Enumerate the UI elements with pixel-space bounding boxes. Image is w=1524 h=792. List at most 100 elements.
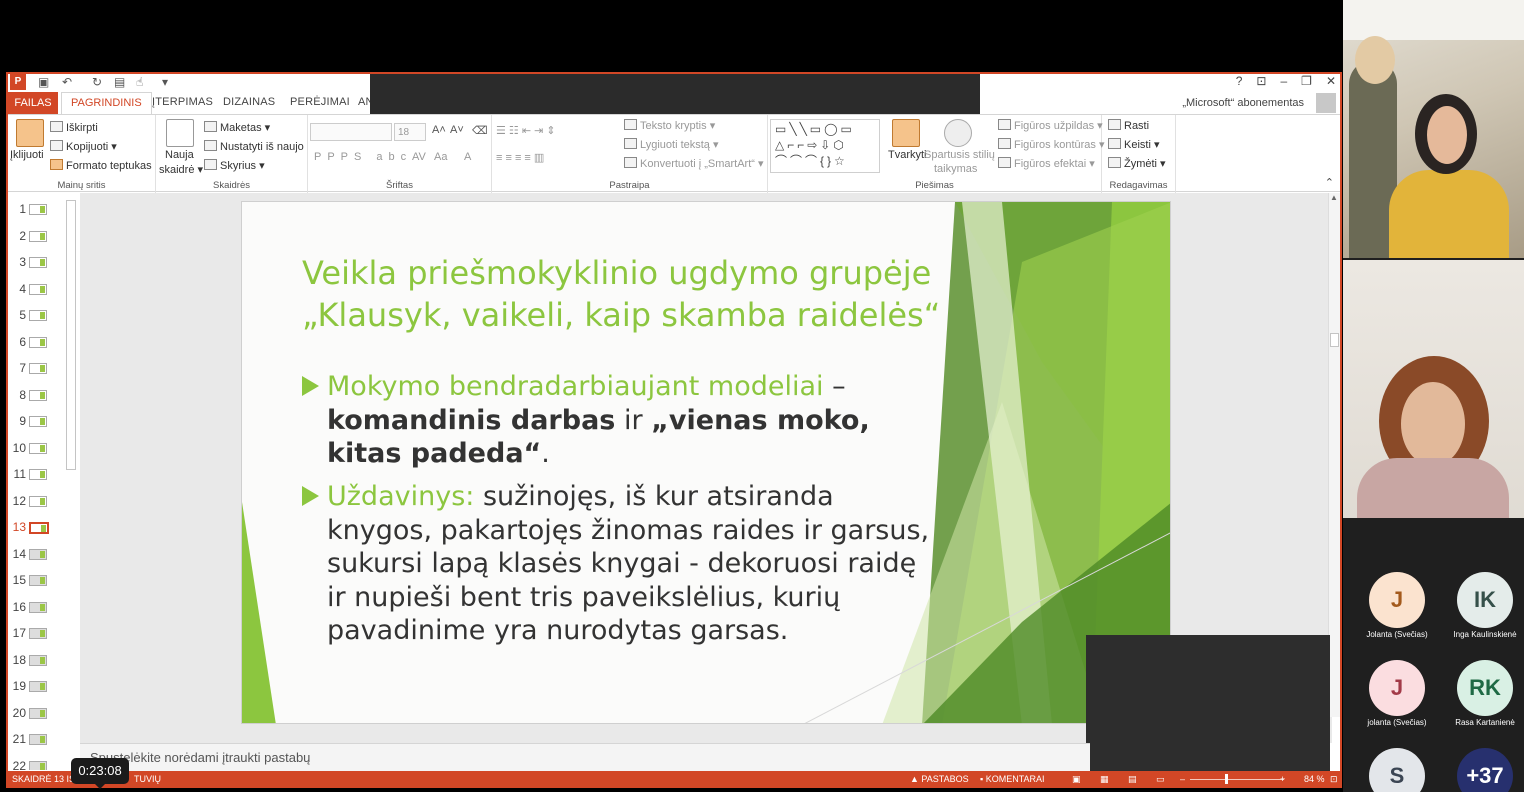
bullet-2[interactable]: Uždavinys: sužinojęs, iš kur atsiranda k…: [302, 480, 942, 648]
slide-thumbnail[interactable]: 12: [8, 489, 68, 515]
slide-thumbnail[interactable]: 4: [8, 277, 68, 303]
font-color-icon[interactable]: A: [464, 151, 471, 163]
participant-video-2[interactable]: [1343, 260, 1524, 518]
cut-button[interactable]: Iškirpti: [50, 121, 98, 134]
convert-smartart-button[interactable]: Konvertuoti į „SmartArt“ ▾: [624, 157, 764, 170]
slide-thumbnail[interactable]: 1: [8, 197, 68, 223]
shape-outline-button[interactable]: Figūros kontūras ▾: [998, 138, 1105, 151]
ribbon-display-icon[interactable]: ⊡: [1256, 74, 1266, 88]
notes-pane[interactable]: Spustelėkite norėdami įtraukti pastabų: [80, 743, 1090, 771]
minimize-icon[interactable]: –: [1280, 74, 1287, 88]
collapse-ribbon-icon[interactable]: ⌃: [1325, 176, 1334, 189]
slide-thumbnail[interactable]: 11: [8, 462, 68, 488]
slide-thumbnail[interactable]: 18: [8, 648, 68, 674]
change-case-icon[interactable]: Aa: [434, 151, 447, 163]
tab-file[interactable]: FAILAS: [8, 92, 58, 114]
slide-thumbnail[interactable]: 20: [8, 701, 68, 727]
align-icons[interactable]: ≡ ≡ ≡ ≡ ▥: [496, 151, 544, 164]
tab-design[interactable]: DIZAINAS: [223, 96, 275, 108]
slide-thumbnail[interactable]: 16: [8, 595, 68, 621]
text-direction-button[interactable]: Teksto kryptis ▾: [624, 119, 715, 132]
section-button[interactable]: Skyrius ▾: [204, 159, 265, 172]
slide-thumbnail[interactable]: 2: [8, 224, 68, 250]
align-text-button[interactable]: Lygiuoti tekstą ▾: [624, 138, 719, 151]
undo-icon[interactable]: ↶: [62, 75, 72, 89]
slide-thumbnail[interactable]: 7: [8, 356, 68, 382]
participant-tile[interactable]: RK Rasa Kartanienė: [1443, 660, 1524, 727]
notes-toggle[interactable]: ▲ PASTABOS: [910, 774, 969, 784]
slide-thumbnail[interactable]: 17: [8, 621, 68, 647]
participant-tile[interactable]: IK Inga Kaulinskienė: [1443, 572, 1524, 639]
zoom-slider-knob[interactable]: [1225, 774, 1228, 784]
zoom-in-icon[interactable]: +: [1280, 774, 1285, 784]
fit-slide-icon[interactable]: ⊡: [1330, 774, 1338, 785]
restore-icon[interactable]: ❐: [1301, 74, 1312, 88]
arrange-button[interactable]: Tvarkyti: [888, 149, 927, 161]
account-avatar[interactable]: [1316, 93, 1336, 113]
paste-button[interactable]: Įklijuoti: [10, 149, 44, 161]
slide-thumbnail[interactable]: 19: [8, 674, 68, 700]
slide-thumbnail[interactable]: 21: [8, 727, 68, 753]
thumbnails-scrollbar-thumb[interactable]: [66, 200, 76, 470]
replace-button[interactable]: Keisti ▾: [1108, 138, 1159, 151]
normal-view-icon[interactable]: ▣: [1072, 774, 1081, 785]
zoom-level[interactable]: 84 %: [1304, 774, 1325, 784]
new-slide-button[interactable]: Nauja: [165, 149, 194, 161]
customize-qat-icon[interactable]: ▾: [162, 75, 168, 89]
shape-effects-button[interactable]: Figūros efektai ▾: [998, 157, 1095, 170]
slide-title[interactable]: Veikla priešmokyklinio ugdymo grupėje „K…: [302, 252, 982, 336]
bullets-icon[interactable]: ☰ ☷ ⇤ ⇥ ⇕: [496, 124, 556, 137]
shrink-font-icon[interactable]: A˅: [450, 124, 464, 136]
help-icon[interactable]: ?: [1236, 74, 1243, 88]
layout-button[interactable]: Maketas ▾: [204, 121, 270, 134]
reading-view-icon[interactable]: ▤: [1128, 774, 1137, 785]
slide-thumbnail[interactable]: 8: [8, 383, 68, 409]
slide-thumbnail[interactable]: 10: [8, 436, 68, 462]
slide-thumbnail[interactable]: 14: [8, 542, 68, 568]
participant-tile[interactable]: S: [1355, 748, 1439, 792]
quick-styles-button[interactable]: Spartusis stilių: [924, 149, 995, 161]
slide-thumbnail[interactable]: 3: [8, 250, 68, 276]
new-slide-dropdown[interactable]: skaidrė ▾: [159, 163, 203, 176]
language-indicator[interactable]: TUVIŲ: [134, 774, 161, 784]
zoom-slider[interactable]: [1190, 779, 1284, 780]
grow-font-icon[interactable]: A˄: [432, 124, 446, 136]
participant-tile[interactable]: Jjolanta (Svečias): [1355, 660, 1439, 727]
slideshow-icon[interactable]: ▭: [1156, 774, 1165, 785]
tab-transitions[interactable]: PERĖJIMAI: [290, 96, 350, 108]
close-icon[interactable]: ✕: [1326, 74, 1336, 88]
participant-video-1[interactable]: [1343, 0, 1524, 258]
font-family-combo[interactable]: [310, 123, 392, 141]
clear-formatting-icon[interactable]: ⌫: [472, 124, 488, 137]
find-button[interactable]: Rasti: [1108, 119, 1149, 132]
font-style-buttons[interactable]: PPPS abc: [314, 151, 412, 163]
format-painter-button[interactable]: Formato teptukas: [50, 159, 152, 172]
slide-sorter-icon[interactable]: ▦: [1100, 774, 1109, 785]
save-icon[interactable]: ▣: [38, 75, 49, 89]
participant-tile[interactable]: J Jolanta (Svečias): [1355, 572, 1439, 639]
tab-insert[interactable]: ĮTERPIMAS: [152, 96, 213, 108]
slide-thumbnail[interactable]: 6: [8, 330, 68, 356]
participant-tile[interactable]: +37: [1443, 748, 1524, 792]
quick-styles-dropdown[interactable]: taikymas: [934, 163, 977, 175]
touch-mode-icon[interactable]: ☝: [136, 75, 143, 89]
slide-thumbnail[interactable]: 9: [8, 409, 68, 435]
slide-thumbnail[interactable]: 5: [8, 303, 68, 329]
copy-button[interactable]: Kopijuoti ▾: [50, 140, 117, 153]
comments-toggle[interactable]: ▪ KOMENTARAI: [980, 774, 1045, 784]
reset-button[interactable]: Nustatyti iš naujo: [204, 140, 304, 153]
slide-thumbnail[interactable]: 22: [8, 754, 68, 770]
slide-thumbnail[interactable]: 15: [8, 568, 68, 594]
scroll-up-icon[interactable]: ▲: [1330, 193, 1338, 202]
slide-thumbnail[interactable]: 13: [8, 515, 68, 541]
shapes-gallery[interactable]: ▭╲╲▭◯▭ △⌐⌐⇨⇩⬡ ⌒⌒⌒{}☆: [770, 119, 880, 173]
tab-home[interactable]: PAGRINDINIS: [61, 92, 152, 114]
char-spacing-icon[interactable]: AV: [412, 151, 426, 163]
account-menu[interactable]: „Microsoft“ abonementas: [1182, 97, 1304, 109]
vertical-scrollbar-thumb[interactable]: [1330, 333, 1339, 347]
present-icon[interactable]: ▤: [114, 75, 125, 89]
redo-icon[interactable]: ↻: [92, 75, 102, 89]
shape-fill-button[interactable]: Figūros užpildas ▾: [998, 119, 1103, 132]
bullet-1[interactable]: Mokymo bendradarbiaujant modeliai – koma…: [302, 370, 942, 471]
select-button[interactable]: Žymėti ▾: [1108, 157, 1166, 170]
